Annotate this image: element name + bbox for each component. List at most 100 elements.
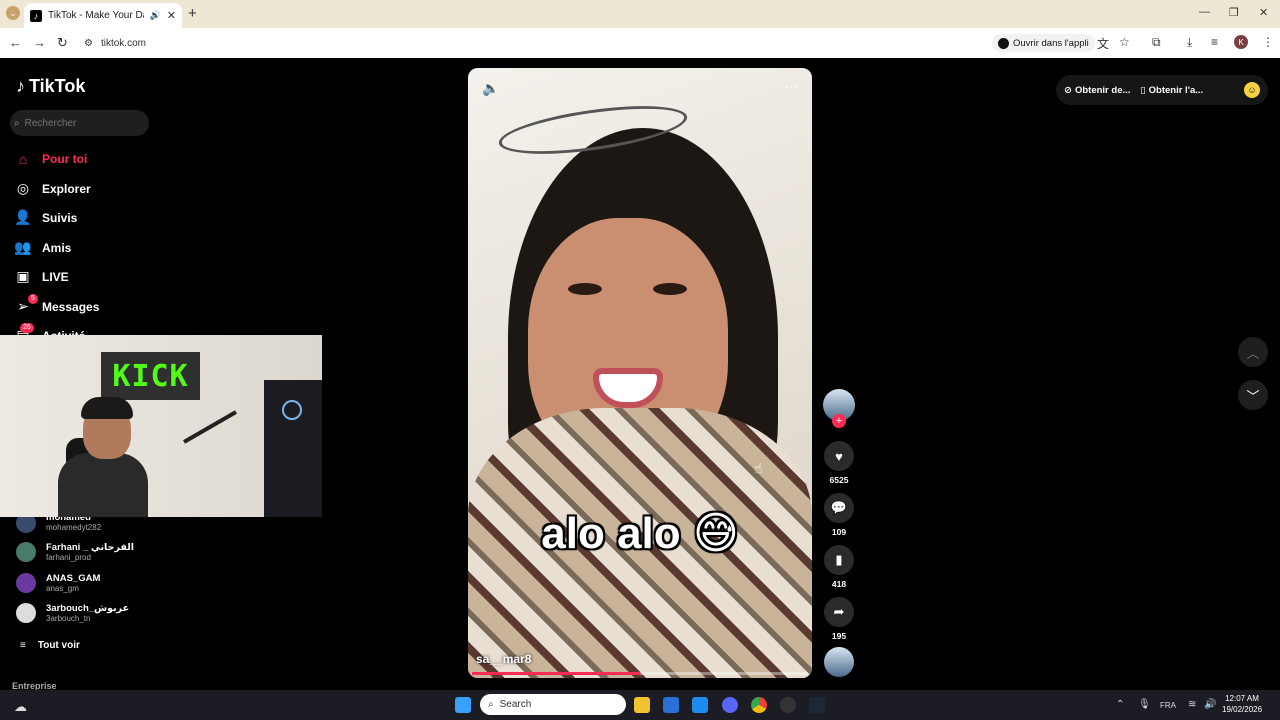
follow-plus-icon[interactable]: + [832, 414, 846, 428]
avatar [16, 573, 36, 593]
steam-icon[interactable] [809, 697, 825, 713]
search-box[interactable]: ⌕ [10, 110, 149, 136]
home-icon: ⌂ [18, 151, 28, 167]
music-disc-icon [824, 647, 854, 677]
bookmark-icon: ▮ [824, 545, 854, 575]
activity-badge: 26 [20, 323, 34, 333]
profile-avatar[interactable]: K [1234, 35, 1248, 49]
nav-label: Pour toi [42, 152, 88, 166]
volume-icon[interactable]: 🔈 [482, 80, 499, 97]
fan-icon [282, 400, 302, 420]
logo-text: TikTok [29, 76, 86, 96]
previous-video-button[interactable]: ︿ [1238, 337, 1268, 367]
coin-outline-icon: ⊘ [1064, 84, 1072, 96]
bookmark-star-icon[interactable]: ☆ [1119, 35, 1130, 49]
menu-dots-icon[interactable]: ⋮ [1262, 35, 1274, 49]
video-progress-bar[interactable] [472, 672, 808, 675]
window-close-icon[interactable]: ✕ [1259, 6, 1268, 19]
user-icon: 👤 [14, 209, 32, 225]
nav-friends[interactable]: 👥 Amis [14, 239, 71, 256]
forward-icon[interactable]: → [33, 35, 46, 50]
language-indicator[interactable]: FRA [1160, 701, 1176, 710]
url-text: tiktok.com [100, 37, 146, 49]
address-bar[interactable]: ⚙ tiktok.com [84, 33, 984, 53]
browser-tab[interactable]: ♪ TikTok - Make Your Day 🔊 ✕ [24, 3, 182, 28]
weather-icon[interactable]: ☁ [14, 699, 27, 715]
get-app-label: Obtenir l'a... [1148, 84, 1204, 96]
live-icon: ▣ [16, 268, 30, 284]
discord-icon[interactable] [722, 697, 738, 713]
more-options-icon[interactable]: ⋯ [784, 78, 798, 95]
tab-audio-icon[interactable]: 🔊 [150, 10, 161, 21]
tiktok-logo[interactable]: ♪ TikTok [16, 76, 85, 97]
share-arrow-icon: ➦ [824, 597, 854, 627]
video-username[interactable]: sa__mar8 [476, 652, 531, 666]
browser-toolbar: ← → ↻ ⚙ tiktok.com Ouvrir dans l'appli 文… [0, 28, 1280, 58]
get-app-button[interactable]: ▯ Obtenir l'a... [1140, 85, 1203, 96]
mouse-cursor-icon: ☝ [754, 460, 763, 476]
following-handle: 3arbouch_tn [46, 614, 91, 623]
clock-time: 12:07 AM [1225, 694, 1259, 703]
reload-icon[interactable]: ↻ [57, 35, 68, 51]
nav-label: Amis [42, 240, 72, 255]
like-button[interactable]: ♥ 6525 [822, 441, 856, 485]
nav-following[interactable]: 👤 Suivis [14, 209, 77, 226]
download-icon[interactable]: ⤓ [1187, 35, 1192, 50]
windows-start-icon[interactable] [455, 697, 471, 713]
tab-title: TikTok - Make Your Day [48, 10, 144, 21]
open-in-app-button[interactable]: Ouvrir dans l'appli [992, 34, 1095, 52]
comment-icon: 💬 [824, 493, 854, 523]
file-explorer-icon[interactable] [634, 697, 650, 713]
next-video-button[interactable]: ﹀ [1238, 380, 1268, 410]
following-name: Farhani _ الفرحاني [46, 542, 135, 553]
music-disc-button[interactable] [822, 647, 856, 677]
outlook-icon[interactable] [692, 697, 708, 713]
nav-live[interactable]: ▣ LIVE [14, 268, 68, 285]
back-icon[interactable]: ← [9, 35, 22, 50]
volume-tray-icon[interactable]: 🔊 [1204, 699, 1216, 710]
screen: ⌄ ♪ TikTok - Make Your Day 🔊 ✕ + — ❐ ✕ ←… [0, 0, 1280, 720]
taskbar-search-label: Search [499, 699, 532, 710]
comment-count: 109 [831, 527, 847, 537]
video-progress-fill [472, 672, 640, 675]
maximize-icon[interactable]: ❐ [1229, 6, 1239, 19]
system-clock[interactable]: 12:07 AM 19/02/2026 [1222, 693, 1262, 715]
taskbar-search[interactable]: ⌕ Search [480, 694, 626, 715]
tab-search-icon[interactable]: ⌄ [6, 6, 20, 20]
new-tab-icon[interactable]: + [188, 5, 197, 22]
tiktok-note-icon: ♪ [16, 76, 25, 96]
tray-overflow-icon[interactable]: ⌃ [1116, 699, 1124, 710]
tab-close-icon[interactable]: ✕ [167, 9, 176, 22]
github-icon[interactable] [780, 697, 796, 713]
share-button[interactable]: ➦ 195 [822, 597, 856, 641]
store-icon[interactable] [663, 697, 679, 713]
microphone-icon[interactable]: 🎙 [1138, 699, 1151, 710]
nav-for-you[interactable]: ⌂ Pour toi [14, 151, 88, 167]
translate-icon[interactable]: 文 [1097, 35, 1109, 52]
pc-case [264, 380, 322, 517]
search-input[interactable] [24, 117, 130, 129]
extensions-icon[interactable]: ⧉ [1152, 35, 1161, 50]
save-count: 418 [831, 579, 847, 589]
streamer [58, 393, 148, 517]
site-info-icon[interactable]: ⚙ [84, 38, 93, 49]
video-eye [653, 283, 687, 295]
wifi-icon[interactable]: ≋ [1188, 699, 1196, 710]
nav-messages[interactable]: ➢ Messages [14, 298, 99, 315]
save-button[interactable]: ▮ 418 [822, 545, 856, 589]
open-in-app-label: Ouvrir dans l'appli [1013, 37, 1089, 49]
see-all-button[interactable]: ≡ Tout voir [20, 640, 80, 651]
video-player[interactable]: 🔈 ⋯ alo alo 😅 sa__mar8 [468, 68, 812, 678]
get-coins-button[interactable]: ⊘ Obtenir de... [1064, 85, 1130, 96]
comment-button[interactable]: 💬 109 [822, 493, 856, 537]
user-avatar[interactable]: ☺ [1244, 82, 1260, 98]
creator-avatar-button[interactable]: + [822, 389, 856, 428]
video-eye [568, 283, 602, 295]
reading-list-icon[interactable]: ≡ [1211, 35, 1218, 49]
clock-date: 19/02/2026 [1222, 705, 1263, 714]
minimize-icon[interactable]: — [1199, 6, 1210, 18]
chrome-icon[interactable] [751, 697, 767, 713]
heart-icon: ♥ [824, 441, 854, 471]
nav-explore[interactable]: ◎ Explorer [14, 180, 91, 197]
like-count: 6525 [829, 475, 849, 485]
